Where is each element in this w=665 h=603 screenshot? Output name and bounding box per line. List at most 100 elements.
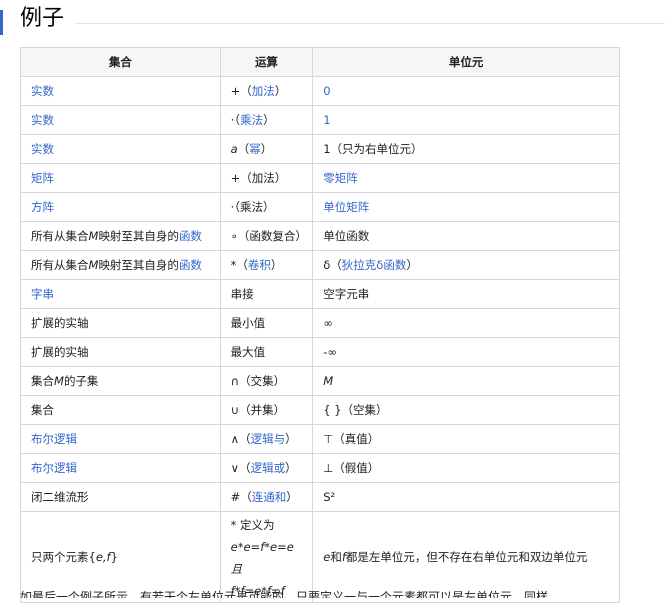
identity-text: δ（: [323, 258, 342, 272]
set-text: 所有从集合: [31, 258, 89, 272]
section-title: 例子: [20, 6, 65, 31]
table-row: 矩阵 +（加法） 零矩阵: [20, 163, 620, 193]
cell-identity: S²: [312, 482, 620, 512]
cell-operation: +（加法）: [219, 163, 314, 193]
cell-set: 集合M的子集: [20, 366, 221, 396]
set-link[interactable]: 实数: [31, 84, 54, 98]
cell-set: 方阵: [20, 192, 221, 222]
identity-link[interactable]: 单位矩阵: [323, 200, 369, 214]
cell-set: 实数: [20, 105, 221, 135]
set-variable: M: [88, 258, 99, 272]
cell-set: 扩展的实轴: [20, 337, 221, 367]
table-row: 实数 ·（乘法） 1: [20, 105, 620, 135]
table-row: 字串 串接 空字元串: [20, 279, 620, 309]
operation-link[interactable]: 幂: [249, 142, 261, 156]
set-link[interactable]: 实数: [31, 142, 54, 156]
set-text: 只两个元素{: [31, 550, 96, 564]
set-text: 映射至其自身的: [98, 229, 179, 243]
cell-operation: ∪（并集）: [219, 395, 314, 425]
set-variable: M: [88, 229, 99, 243]
cell-operation: +（加法）: [219, 76, 314, 106]
set-link[interactable]: 矩阵: [31, 171, 54, 185]
identity-link[interactable]: 0: [323, 84, 330, 98]
operation-link[interactable]: 逻辑与: [251, 432, 286, 446]
op-text: ）: [286, 490, 298, 504]
set-link[interactable]: 布尔逻辑: [31, 461, 77, 475]
header-set: 集合: [20, 47, 221, 77]
op-variable: a: [230, 142, 238, 156]
set-text: 映射至其自身的: [98, 258, 179, 272]
set-text: }: [110, 550, 118, 564]
set-variable: M: [54, 374, 64, 388]
set-text: 的子集: [63, 374, 99, 388]
op-text: #（: [230, 490, 252, 504]
cell-operation: 最大值: [219, 337, 314, 367]
cell-operation: #（连通和）: [219, 482, 314, 512]
header-identity: 单位元: [312, 47, 620, 77]
set-link[interactable]: 布尔逻辑: [31, 432, 77, 446]
set-text: 集合: [31, 374, 54, 388]
op-text: ）: [260, 142, 273, 156]
identity-text: 和: [330, 550, 342, 564]
table-row: 方阵 ·（乘法） 单位矩阵: [20, 192, 620, 222]
cell-operation: a（幂）: [219, 134, 314, 164]
identity-link[interactable]: 零矩阵: [323, 171, 358, 185]
set-variable: e,f: [95, 550, 111, 564]
cell-identity: ∞: [312, 308, 620, 338]
table-row: 所有从集合M映射至其自身的函数 *（卷积） δ（狄拉克δ函数）: [20, 250, 620, 280]
cell-identity: 空字元串: [312, 279, 620, 309]
cell-set: 所有从集合M映射至其自身的函数: [20, 250, 221, 280]
cell-identity: 单位矩阵: [312, 192, 620, 222]
table-row: 实数 +（加法） 0: [20, 76, 620, 106]
table-row: 扩展的实轴 最小值 ∞: [20, 308, 620, 338]
table-row: 所有从集合M映射至其自身的函数 ∘（函数复合） 单位函数: [20, 221, 620, 251]
section-heading: 例子: [0, 4, 665, 35]
cell-identity: 1: [312, 105, 620, 135]
cell-identity: 1（只为右单位元）: [312, 134, 620, 164]
cell-identity: 零矩阵: [312, 163, 620, 193]
cell-operation: ·（乘法）: [219, 192, 314, 222]
op-text: ）: [274, 84, 287, 98]
cell-set: 实数: [20, 76, 221, 106]
operation-link[interactable]: 连通和: [252, 490, 287, 504]
set-link[interactable]: 函数: [179, 258, 202, 272]
table-row: 闭二维流形 #（连通和） S²: [20, 482, 620, 512]
cell-operation: 最小值: [219, 308, 314, 338]
cell-operation: ∩（交集）: [219, 366, 314, 396]
identity-text: 都是左单位元，但不存在右单位元和双边单位元: [345, 550, 588, 564]
cell-identity: 0: [312, 76, 620, 106]
table-row: 实数 a（幂） 1（只为右单位元）: [20, 134, 620, 164]
identity-link[interactable]: 狄拉克δ函数: [342, 258, 407, 272]
set-link[interactable]: 字串: [31, 287, 54, 301]
set-link[interactable]: 实数: [31, 113, 54, 127]
cell-set: 扩展的实轴: [20, 308, 221, 338]
set-link[interactable]: 方阵: [31, 200, 54, 214]
cut-off-paragraph: 如最后一个例子所示，有若干个左单位元是可能的，只要定义一与一个元素都可以是左单位…: [20, 590, 549, 598]
operation-link[interactable]: 加法: [252, 84, 275, 98]
set-link[interactable]: 函数: [179, 229, 202, 243]
cell-operation: ∧（逻辑与）: [219, 424, 314, 454]
cell-identity: 单位函数: [312, 221, 620, 251]
cell-operation: ∘（函数复合）: [219, 221, 314, 251]
cell-set: 布尔逻辑: [20, 424, 221, 454]
cell-set: 实数: [20, 134, 221, 164]
table-row: 扩展的实轴 最大值 -∞: [20, 337, 620, 367]
table-header-row: 集合 运算 单位元: [20, 47, 620, 77]
cell-set: 矩阵: [20, 163, 221, 193]
op-line: e*e=f*e=e且: [230, 540, 294, 576]
cell-set: 所有从集合M映射至其自身的函数: [20, 221, 221, 251]
operation-link[interactable]: 逻辑或: [251, 461, 286, 475]
op-text: ）: [285, 432, 297, 446]
cell-identity: δ（狄拉克δ函数）: [312, 250, 620, 280]
identity-link[interactable]: 1: [323, 113, 330, 127]
operation-link[interactable]: 乘法: [240, 113, 263, 127]
cell-identity: ⊤（真值）: [312, 424, 620, 454]
op-line: * 定义为: [230, 518, 275, 532]
op-text: ）: [263, 113, 275, 127]
heading-divider: [75, 23, 665, 24]
table-row: 集合M的子集 ∩（交集） M: [20, 366, 620, 396]
operation-link[interactable]: 卷积: [248, 258, 271, 272]
op-text: ·（: [230, 113, 241, 127]
table-row: 集合 ∪（并集） { }（空集）: [20, 395, 620, 425]
heading-accent-bar: [0, 10, 3, 35]
